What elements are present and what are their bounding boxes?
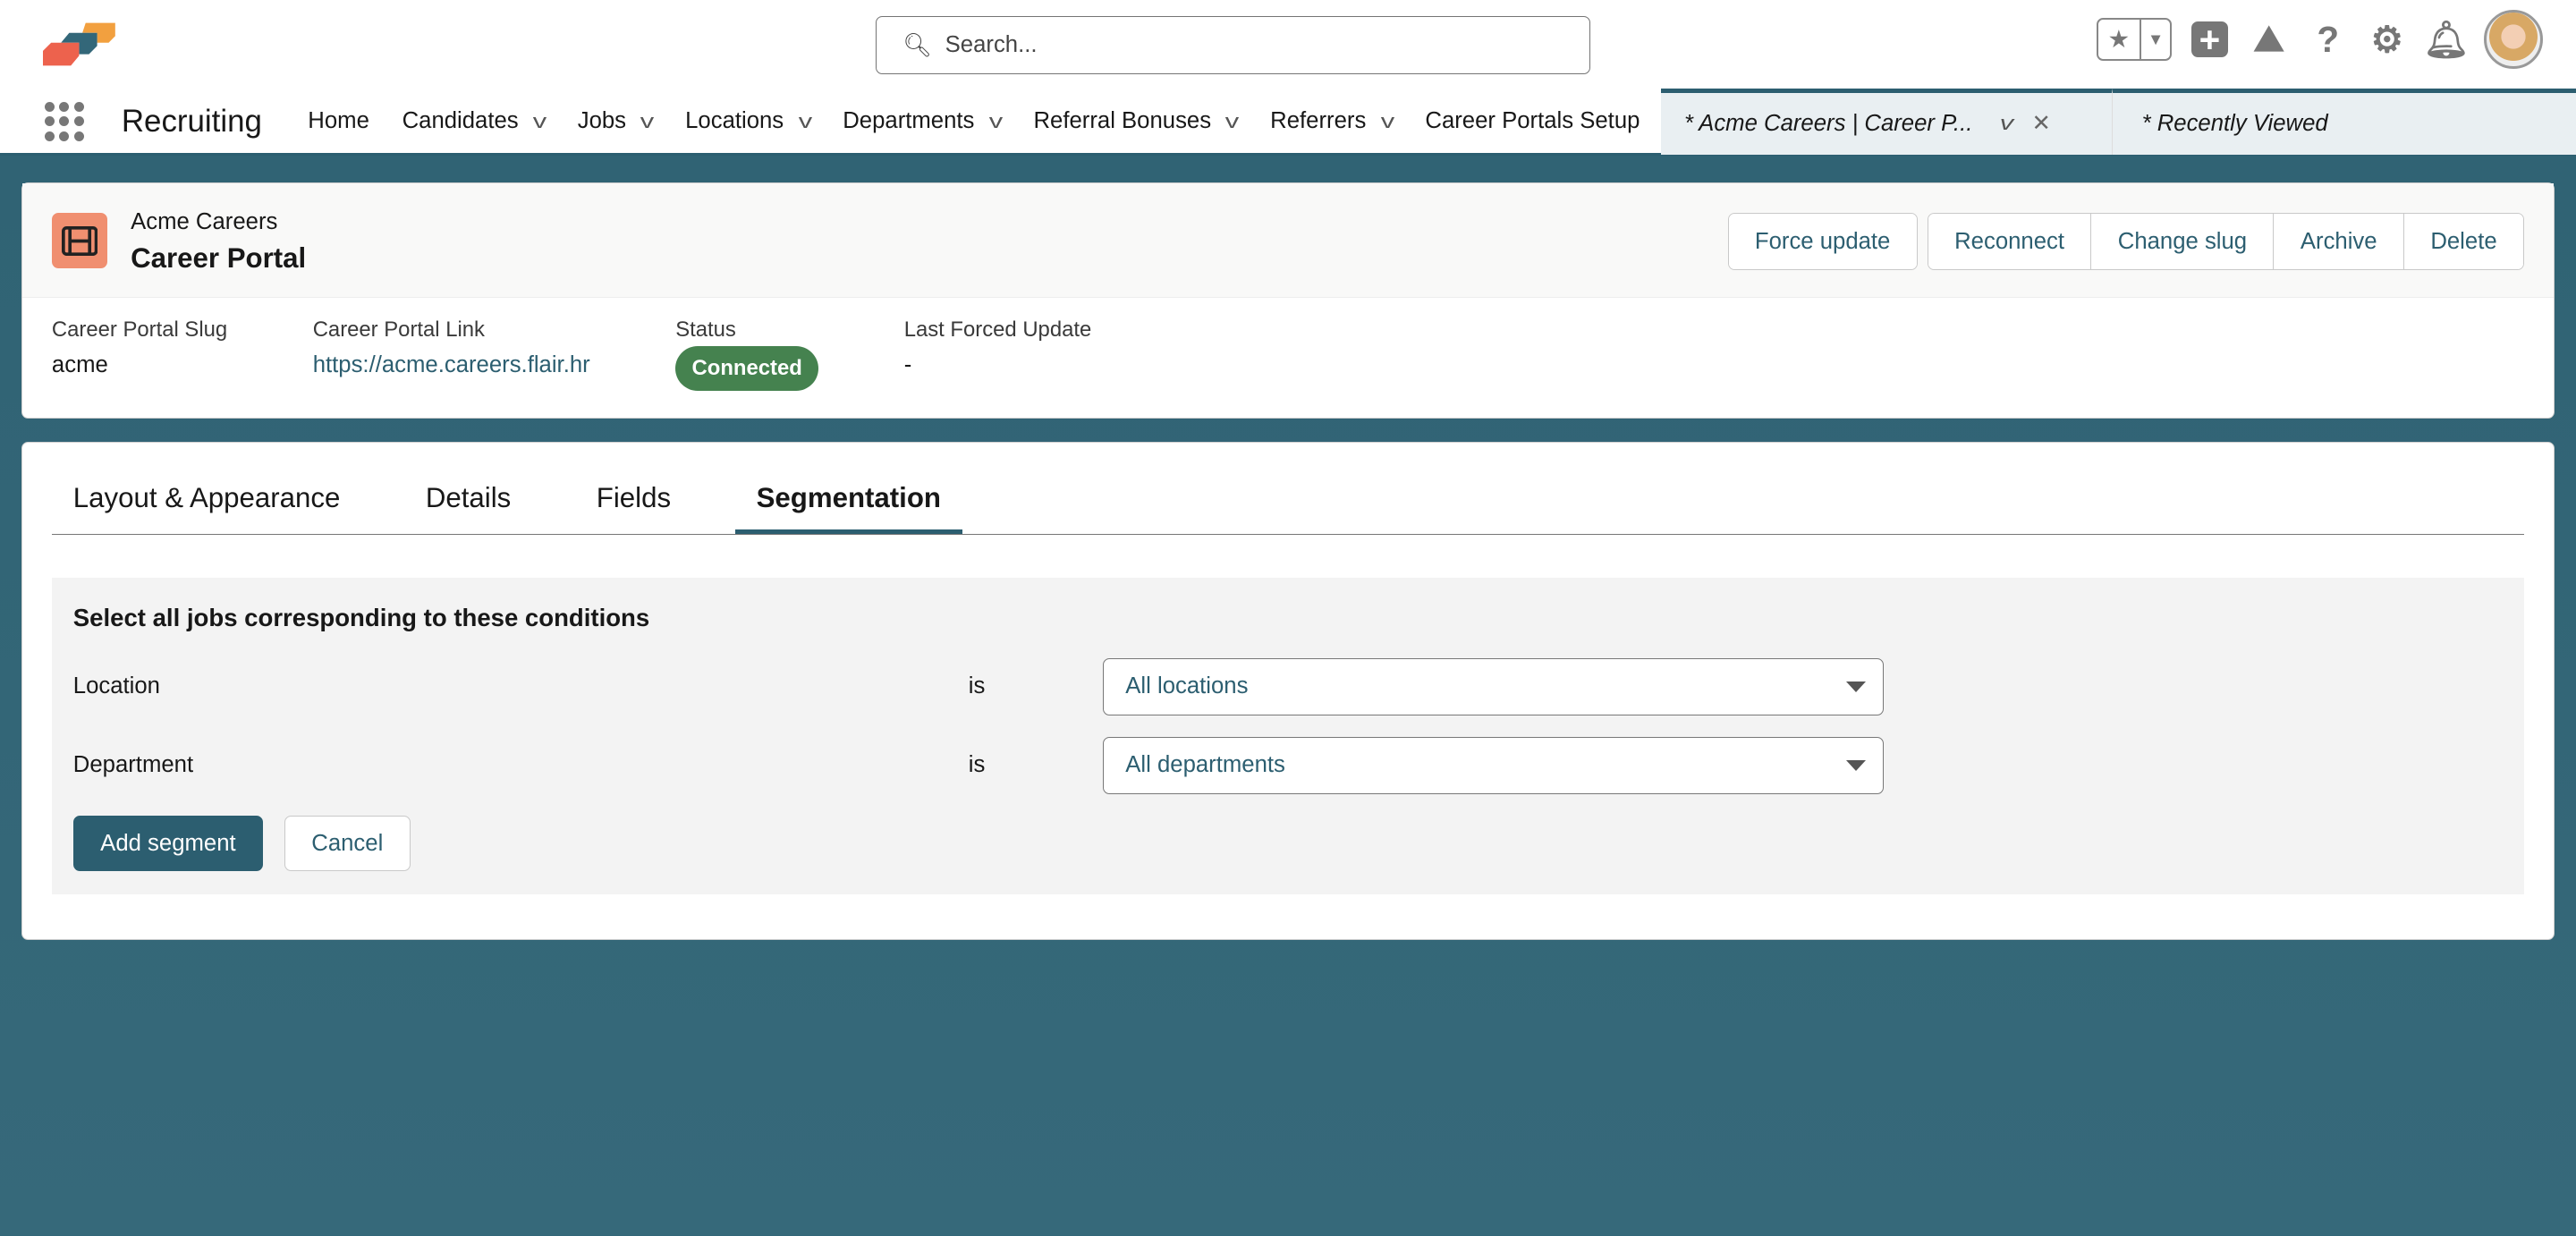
chevron-down-icon[interactable]: v xyxy=(1225,110,1239,133)
app-launcher-icon[interactable] xyxy=(44,101,84,141)
portal-link[interactable]: https://acme.careers.flair.hr xyxy=(313,352,590,378)
status-badge: Connected xyxy=(675,346,819,392)
tab-layout-appearance[interactable]: Layout & Appearance xyxy=(52,469,361,533)
chevron-down-icon[interactable]: v xyxy=(1380,110,1394,133)
app-logo[interactable] xyxy=(42,20,118,69)
tab-recently-viewed[interactable]: * Recently Viewed xyxy=(2111,89,2576,155)
chevron-down-icon[interactable]: v xyxy=(798,110,811,133)
tab-segmentation[interactable]: Segmentation xyxy=(734,469,962,534)
record-title: Career Portal xyxy=(131,241,307,274)
nav-item-jobs[interactable]: Jobs v xyxy=(578,108,655,134)
department-operator: is xyxy=(968,752,986,778)
global-header: 🔍︎ Search... ★ ▼ + ⛰ ? ⚙ 🔔︎ Recruiting Hom… xyxy=(0,0,2576,157)
segmentation-panel: Select all jobs corresponding to these c… xyxy=(51,577,2525,895)
close-icon[interactable]: ✕ xyxy=(2031,110,2051,137)
favorites-button[interactable]: ★ ▼ xyxy=(2096,18,2173,61)
nav-item-candidates[interactable]: Candidates v xyxy=(402,108,547,134)
record-subtitle: Acme Careers xyxy=(131,209,278,235)
add-segment-button[interactable]: Add segment xyxy=(72,815,264,872)
caret-down-icon: ▼ xyxy=(2139,20,2170,59)
last-update-value: - xyxy=(903,352,912,378)
archive-button[interactable]: Archive xyxy=(2273,213,2403,270)
detail-card: Layout & Appearance Details Fields Segme… xyxy=(21,442,2555,940)
cancel-button[interactable]: Cancel xyxy=(284,815,411,872)
status-label: Status xyxy=(675,317,736,343)
change-slug-button[interactable]: Change slug xyxy=(2090,213,2274,270)
chevron-down-icon[interactable]: v xyxy=(533,110,547,133)
caret-down-icon xyxy=(1846,681,1867,692)
department-label: Department xyxy=(72,752,194,778)
notifications-bell-icon[interactable]: 🔔︎ xyxy=(2423,18,2469,61)
chevron-down-icon[interactable]: v xyxy=(640,110,654,133)
star-icon: ★ xyxy=(2107,25,2131,54)
nav-item-departments[interactable]: Departments v xyxy=(843,108,1003,134)
nav-bar: Recruiting Home Candidates v Jobs v Locati… xyxy=(0,89,2576,155)
nav-item-home[interactable]: Home xyxy=(308,108,369,134)
nav-item-locations[interactable]: Locations v xyxy=(685,108,812,134)
department-select[interactable]: All departments xyxy=(1103,736,1884,795)
global-search-input[interactable]: 🔍︎ Search... xyxy=(875,16,1590,74)
delete-button[interactable]: Delete xyxy=(2402,213,2524,270)
setup-gear-icon[interactable]: ⚙ xyxy=(2366,18,2409,61)
tab-acme-careers[interactable]: * Acme Careers | Career P... v ✕ xyxy=(1661,89,2112,155)
nav-item-career-portals-setup[interactable]: Career Portals Setup xyxy=(1425,108,1640,134)
nav-item-referral-bonuses[interactable]: Referral Bonuses v xyxy=(1033,108,1239,134)
location-select[interactable]: All locations xyxy=(1103,657,1884,715)
add-icon[interactable]: + xyxy=(2189,18,2232,61)
link-label: Career Portal Link xyxy=(312,317,485,343)
app-name: Recruiting xyxy=(121,103,262,139)
tab-fields[interactable]: Fields xyxy=(575,469,692,533)
location-operator: is xyxy=(968,673,986,699)
help-icon[interactable]: ? xyxy=(2307,18,2350,61)
career-portal-icon xyxy=(51,212,108,269)
chevron-down-icon[interactable]: v xyxy=(989,110,1003,133)
slug-value: acme xyxy=(51,352,108,378)
nav-item-referrers[interactable]: Referrers v xyxy=(1270,108,1394,134)
caret-down-icon xyxy=(1846,759,1867,771)
record-header-card: Acme Careers Career Portal Force update … xyxy=(21,182,2555,419)
avatar[interactable] xyxy=(2484,10,2544,70)
chevron-down-icon[interactable]: v xyxy=(2000,112,2013,135)
segment-heading: Select all jobs corresponding to these c… xyxy=(72,604,650,632)
trailhead-icon[interactable]: ⛰ xyxy=(2248,18,2291,61)
slug-label: Career Portal Slug xyxy=(51,317,228,343)
force-update-button[interactable]: Force update xyxy=(1728,213,1917,270)
tab-details[interactable]: Details xyxy=(404,469,532,533)
reconnect-button[interactable]: Reconnect xyxy=(1928,213,2091,270)
search-icon: 🔍︎ xyxy=(902,32,932,58)
location-label: Location xyxy=(72,673,160,699)
last-update-label: Last Forced Update xyxy=(903,317,1092,343)
